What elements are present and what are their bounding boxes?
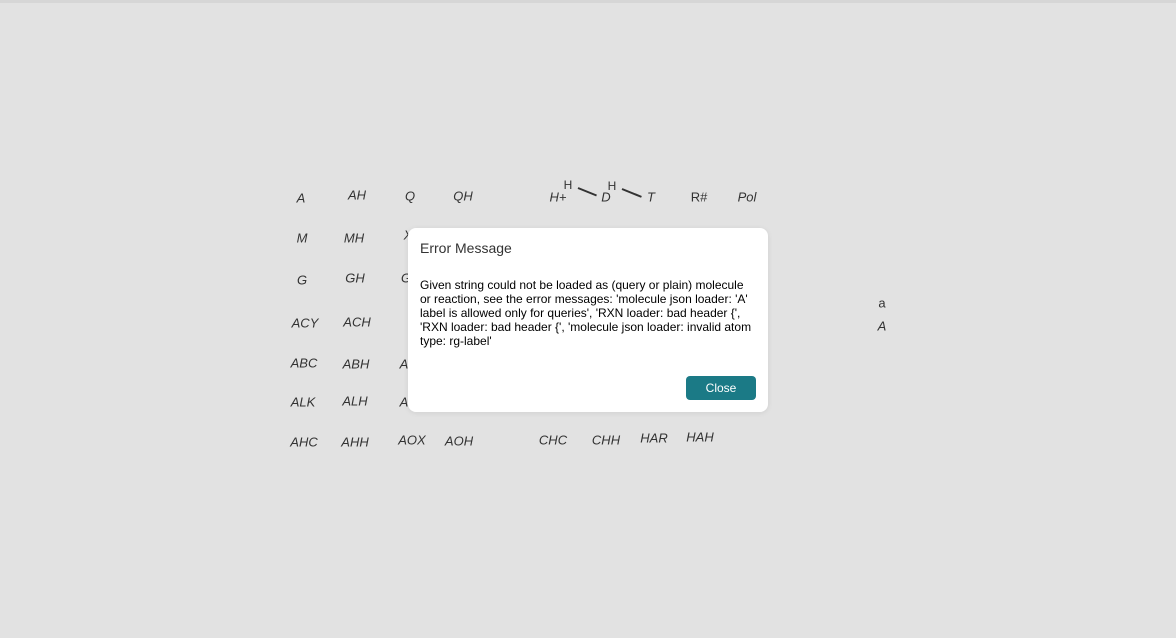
error-message-text: Given string could not be loaded as (que… bbox=[420, 278, 752, 348]
atom-label-AH[interactable]: AH bbox=[348, 188, 366, 203]
atom-label-HAR[interactable]: HAR bbox=[640, 431, 667, 446]
atom-label-a-small[interactable]: a bbox=[878, 296, 885, 311]
atom-label-AHH[interactable]: AHH bbox=[341, 435, 368, 450]
atom-label-MH[interactable]: MH bbox=[344, 231, 364, 246]
error-dialog: Error Message Given string could not be … bbox=[408, 228, 768, 412]
atom-label-Q[interactable]: Q bbox=[405, 189, 415, 204]
bond-line[interactable] bbox=[577, 187, 597, 197]
atom-label-CHC[interactable]: CHC bbox=[539, 433, 567, 448]
atom-label-A-right[interactable]: A bbox=[878, 319, 887, 334]
atom-label-A[interactable]: A bbox=[297, 191, 306, 206]
atom-label-AOH[interactable]: AOH bbox=[445, 434, 473, 449]
hydrogen-label: H bbox=[607, 179, 617, 193]
atom-label-R-sharp[interactable]: R# bbox=[691, 190, 708, 205]
atom-label-Pol[interactable]: Pol bbox=[738, 190, 757, 205]
atom-label-M[interactable]: M bbox=[297, 231, 308, 246]
dialog-title: Error Message bbox=[420, 240, 512, 256]
atom-label-ACH[interactable]: ACH bbox=[343, 315, 370, 330]
hydrogen-label: H bbox=[563, 178, 573, 192]
atom-label-G[interactable]: G bbox=[297, 273, 307, 288]
atom-label-HAH[interactable]: HAH bbox=[686, 430, 713, 445]
atom-label-GH[interactable]: GH bbox=[345, 271, 365, 286]
close-button[interactable]: Close bbox=[686, 376, 756, 400]
atom-label-ABH[interactable]: ABH bbox=[343, 357, 370, 372]
atom-label-CHH[interactable]: CHH bbox=[592, 433, 620, 448]
atom-label-ABC[interactable]: ABC bbox=[291, 356, 318, 371]
atom-label-ALH[interactable]: ALH bbox=[342, 394, 367, 409]
atom-label-QH[interactable]: QH bbox=[453, 189, 473, 204]
atom-label-ALK[interactable]: ALK bbox=[291, 395, 316, 410]
bond-line[interactable] bbox=[621, 188, 642, 198]
atom-label-AHC[interactable]: AHC bbox=[290, 435, 317, 450]
atom-label-ACY[interactable]: ACY bbox=[292, 316, 319, 331]
atom-label-T[interactable]: T bbox=[647, 190, 655, 205]
atom-label-AOX[interactable]: AOX bbox=[398, 433, 425, 448]
